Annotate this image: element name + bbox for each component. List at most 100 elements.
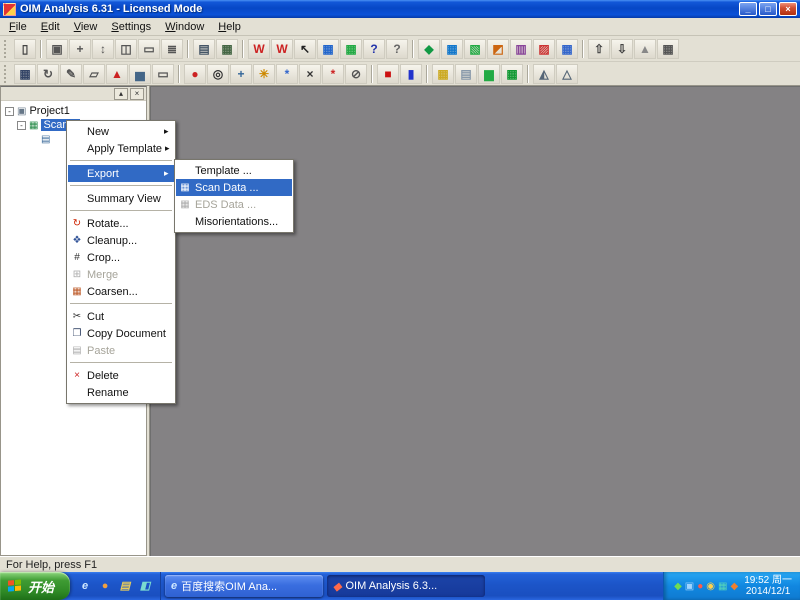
toolbar-button[interactable]: ▮: [400, 63, 422, 84]
context-menu-item[interactable]: Apply Template: [68, 140, 174, 157]
toolbar-button[interactable]: ▯: [14, 38, 36, 59]
toolbar-button[interactable]: ✳: [253, 63, 275, 84]
quick-launch-icon[interactable]: ▤: [117, 578, 133, 594]
toolbar-button[interactable]: ▦: [317, 38, 339, 59]
tray-icon[interactable]: ▦: [718, 581, 727, 592]
menubar-item[interactable]: Window: [158, 19, 211, 35]
tray-icon[interactable]: ◆: [674, 581, 682, 592]
context-menu-item[interactable]: Rename: [68, 384, 174, 401]
context-menu-item[interactable]: ❖ Cleanup...: [68, 232, 174, 249]
context-menu-item[interactable]: ▦ Coarsen...: [68, 283, 174, 300]
toolbar-button[interactable]: ↻: [37, 63, 59, 84]
toolbar-button[interactable]: ×: [299, 63, 321, 84]
menubar-item[interactable]: Edit: [34, 19, 67, 35]
toolbar-button[interactable]: ▅: [129, 63, 151, 84]
context-menu-item[interactable]: Export: [68, 165, 174, 182]
menubar-item[interactable]: View: [67, 19, 105, 35]
toolbar-button[interactable]: ◎: [207, 63, 229, 84]
toolbar-button[interactable]: ■: [377, 63, 399, 84]
toolbar-button[interactable]: ▆: [478, 63, 500, 84]
toolbar-button[interactable]: ◩: [487, 38, 509, 59]
context-menu-item[interactable]: Summary View: [68, 190, 174, 207]
start-button[interactable]: 开始: [0, 572, 71, 600]
toolbar-button[interactable]: ▧: [464, 38, 486, 59]
maximize-button[interactable]: □: [759, 2, 777, 16]
toolbar-button[interactable]: ▥: [510, 38, 532, 59]
toolbar-button[interactable]: ?: [386, 38, 408, 59]
toolbar-button[interactable]: +: [69, 38, 91, 59]
toolbar-button[interactable]: ▤: [193, 38, 215, 59]
context-menu-item[interactable]: ✂ Cut: [68, 308, 174, 325]
toolbar-button[interactable]: *: [276, 63, 298, 84]
toolbar-button[interactable]: ◆: [418, 38, 440, 59]
toolbar-button[interactable]: ▦: [432, 63, 454, 84]
toolbar-button[interactable]: ▦: [441, 38, 463, 59]
task-button[interactable]: e 百度搜索OIM Ana...: [165, 575, 324, 597]
submenu-item[interactable]: ▦ EDS Data ...: [176, 196, 292, 213]
close-button[interactable]: ×: [779, 2, 797, 16]
context-menu-item[interactable]: × Delete: [68, 367, 174, 384]
panel-pin-button[interactable]: ▴: [114, 87, 128, 100]
tray-icon[interactable]: ●: [697, 581, 703, 592]
toolbar-button[interactable]: ⇩: [611, 38, 633, 59]
toolbar-button[interactable]: △: [556, 63, 578, 84]
toolbar-button[interactable]: ↖: [294, 38, 316, 59]
toolbar-button[interactable]: +: [230, 63, 252, 84]
toolbar-button[interactable]: ▣: [46, 38, 68, 59]
toolbar-button[interactable]: ●: [184, 63, 206, 84]
toolbar-button[interactable]: ▲: [106, 63, 128, 84]
context-menu-item[interactable]: # Crop...: [68, 249, 174, 266]
toolbar-button[interactable]: ▭: [138, 38, 160, 59]
tray-icon[interactable]: ◆: [730, 581, 738, 592]
toolbar-button[interactable]: ⊘: [345, 63, 367, 84]
toolbar-button[interactable]: ◭: [533, 63, 555, 84]
submenu-item[interactable]: ▦ Scan Data ...: [176, 179, 292, 196]
quick-launch: e ● ▤ ◧: [70, 572, 162, 600]
toolbar-button[interactable]: ?: [363, 38, 385, 59]
toolbar-button[interactable]: ⇧: [588, 38, 610, 59]
toolbar-button[interactable]: ▭: [152, 63, 174, 84]
menubar-item[interactable]: Settings: [104, 19, 158, 35]
toolbar-button[interactable]: ▲: [634, 38, 656, 59]
quick-launch-icon[interactable]: e: [77, 578, 93, 594]
toolbar-button[interactable]: ▱: [83, 63, 105, 84]
menubar-item[interactable]: Help: [211, 19, 248, 35]
toolbar-button[interactable]: ▨: [533, 38, 555, 59]
tree-item[interactable]: - ▣ Project1: [3, 104, 144, 118]
tray-icon[interactable]: ▣: [685, 581, 694, 592]
toolbar-button[interactable]: W: [248, 38, 270, 59]
toolbar-button[interactable]: ▤: [455, 63, 477, 84]
tree-item-icon: ▤: [41, 133, 51, 145]
toolbar-button[interactable]: ↕: [92, 38, 114, 59]
toolbar-button[interactable]: ▦: [14, 63, 36, 84]
context-menu-item[interactable]: ❐ Copy Document: [68, 325, 174, 342]
task-button[interactable]: ◆ OIM Analysis 6.3...: [327, 575, 486, 597]
toolbar-button[interactable]: ✎: [60, 63, 82, 84]
menubar: File Edit View Settings Window Help: [0, 18, 800, 36]
toolbar-button[interactable]: ▦: [657, 38, 679, 59]
context-menu-item[interactable]: ↻ Rotate...: [68, 215, 174, 232]
quick-launch-icon[interactable]: ●: [97, 578, 113, 594]
menubar-item[interactable]: File: [2, 19, 34, 35]
tree-expander[interactable]: -: [5, 106, 14, 116]
panel-close-button[interactable]: ×: [130, 87, 144, 100]
toolbar-button[interactable]: ▦: [556, 38, 578, 59]
toolbar-button[interactable]: ▦: [501, 63, 523, 84]
tray-icon[interactable]: ◉: [706, 581, 715, 592]
context-menu-item[interactable]: ▤ Paste: [68, 342, 174, 359]
submenu-item[interactable]: Misorientations...: [176, 213, 292, 230]
tree-expander[interactable]: -: [17, 120, 26, 130]
minimize-button[interactable]: _: [739, 2, 757, 16]
context-menu-item[interactable]: ⊞ Merge: [68, 266, 174, 283]
quick-launch-icon[interactable]: ◧: [137, 578, 153, 594]
clock[interactable]: 19:52 周一 2014/12/1: [744, 575, 792, 597]
toolbar-button[interactable]: ≣: [161, 38, 183, 59]
toolbar-button[interactable]: ▦: [340, 38, 362, 59]
toolbar-button[interactable]: W: [271, 38, 293, 59]
toolbar-button[interactable]: ◫: [115, 38, 137, 59]
submenu-item[interactable]: Template ...: [176, 162, 292, 179]
toolbar-button[interactable]: *: [322, 63, 344, 84]
toolbar-button[interactable]: ▦: [216, 38, 238, 59]
context-menu-item[interactable]: New: [68, 123, 174, 140]
toolbar-button-icon: ▥: [515, 41, 527, 56]
